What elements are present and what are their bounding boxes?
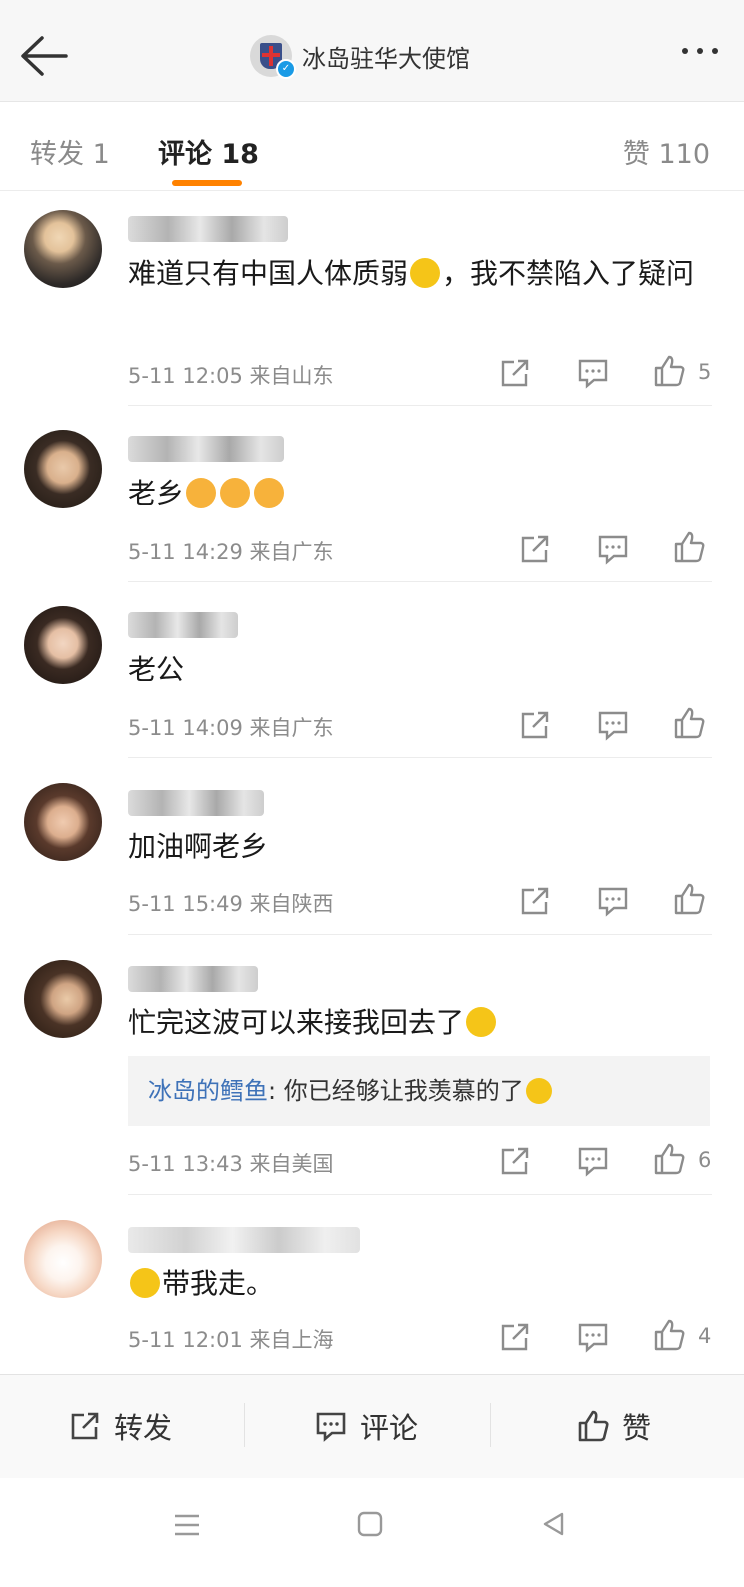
active-tab-indicator xyxy=(172,180,242,186)
avatar[interactable] xyxy=(24,783,102,861)
verified-icon: ✓ xyxy=(276,59,296,79)
divider xyxy=(128,405,712,406)
top-bar: ✓ 冰岛驻华大使馆 xyxy=(0,0,744,102)
like-icon[interactable] xyxy=(672,530,706,564)
account-avatar[interactable]: ✓ xyxy=(250,35,296,79)
like-icon[interactable] xyxy=(652,1318,686,1352)
laughing-emoji-icon xyxy=(466,1007,497,1037)
comment-icon xyxy=(316,1412,346,1442)
kiss-emoji-icon xyxy=(220,478,251,508)
comment-button[interactable]: 评论 xyxy=(314,1405,418,1447)
username-blurred[interactable] xyxy=(128,790,264,816)
username-blurred[interactable] xyxy=(128,436,284,462)
comment-time: 5-11 12:01 xyxy=(128,1328,243,1352)
comment-text: 老公 xyxy=(128,653,185,686)
comment-time: 5-11 14:09 xyxy=(128,716,243,740)
username-blurred[interactable] xyxy=(128,966,258,992)
like-icon[interactable] xyxy=(652,1142,686,1176)
divider xyxy=(128,581,712,582)
reply-preview[interactable]: 冰岛的鳕鱼: 你已经够让我羡慕的了 xyxy=(128,1056,710,1126)
repost-label: 转发 xyxy=(114,1411,173,1445)
tab-like[interactable]: 赞 110 xyxy=(623,132,710,171)
avatar[interactable] xyxy=(24,606,102,684)
like-icon[interactable] xyxy=(652,354,686,388)
like-count: 5 xyxy=(698,360,712,384)
comment-meta: 5-11 15:49 来自陕西 xyxy=(128,888,334,918)
comment-meta: 5-11 14:29 来自广东 xyxy=(128,536,334,566)
more-icon[interactable] xyxy=(682,48,718,54)
like-icon[interactable] xyxy=(672,882,706,916)
username-blurred[interactable] xyxy=(128,216,288,242)
divider xyxy=(128,934,712,935)
like-count: 6 xyxy=(698,1148,712,1172)
comment-location: 来自美国 xyxy=(249,1152,334,1176)
divider xyxy=(490,1403,491,1447)
comment-time: 5-11 12:05 xyxy=(128,364,243,388)
comment-icon[interactable] xyxy=(596,532,630,566)
comment-text: 老乡 xyxy=(128,470,718,518)
reply-username[interactable]: 冰岛的鳕鱼 xyxy=(148,1077,268,1105)
share-icon xyxy=(71,1412,99,1440)
reply-text: : 你已经够让我羡慕的了 xyxy=(268,1077,524,1105)
kiss-emoji-icon xyxy=(254,478,285,508)
avatar[interactable] xyxy=(24,1220,102,1298)
username-blurred[interactable] xyxy=(128,612,238,638)
like-count: 4 xyxy=(698,1324,712,1348)
comment-icon[interactable] xyxy=(576,356,610,390)
share-icon[interactable] xyxy=(518,884,552,918)
share-icon[interactable] xyxy=(498,356,532,390)
back-arrow-icon[interactable] xyxy=(18,34,70,78)
comment-icon[interactable] xyxy=(596,884,630,918)
comment-time: 5-11 14:29 xyxy=(128,540,243,564)
comment-location: 来自广东 xyxy=(249,716,334,740)
avatar[interactable] xyxy=(24,210,102,288)
tab-repost[interactable]: 转发 1 xyxy=(30,132,110,171)
comment-meta: 5-11 14:09 来自广东 xyxy=(128,712,334,742)
comment-text: 忙完这波可以来接我回去了 xyxy=(128,999,718,1047)
comment-label: 评论 xyxy=(360,1411,419,1445)
bottom-action-bar: 转发 评论 赞 xyxy=(0,1374,744,1479)
comment-time: 5-11 13:43 xyxy=(128,1152,243,1176)
comment-text: 带我走。 xyxy=(128,1260,718,1308)
divider xyxy=(128,757,712,758)
like-label: 赞 xyxy=(622,1411,652,1445)
account-name[interactable]: 冰岛驻华大使馆 xyxy=(302,39,470,74)
comment-meta: 5-11 13:43 来自美国 xyxy=(128,1148,334,1178)
avatar[interactable] xyxy=(24,960,102,1038)
comment-text: 难道只有中国人体质弱 ，我不禁陷入了疑问 xyxy=(128,257,695,290)
crying-emoji-icon xyxy=(525,1078,552,1104)
like-icon xyxy=(578,1410,609,1442)
comment-location: 来自上海 xyxy=(249,1328,334,1352)
share-icon[interactable] xyxy=(498,1320,532,1354)
like-button[interactable]: 赞 xyxy=(576,1405,651,1447)
comment-location: 来自陕西 xyxy=(249,892,334,916)
home-icon[interactable] xyxy=(356,1510,384,1538)
divider xyxy=(128,1194,712,1195)
share-icon[interactable] xyxy=(518,708,552,742)
account-header[interactable]: ✓ 冰岛驻华大使馆 xyxy=(250,35,470,79)
comment-icon[interactable] xyxy=(576,1320,610,1354)
username-blurred[interactable] xyxy=(128,1227,360,1253)
comment-text: 加油啊老乡 xyxy=(128,830,269,863)
comment-icon[interactable] xyxy=(576,1144,610,1178)
comment-location: 来自广东 xyxy=(249,540,334,564)
comment-location: 来自山东 xyxy=(249,364,334,388)
comment-meta: 5-11 12:01 来自上海 xyxy=(128,1324,334,1354)
sad-emoji-icon xyxy=(130,1268,160,1298)
comment-time: 5-11 15:49 xyxy=(128,892,243,916)
like-icon[interactable] xyxy=(672,706,706,740)
crying-emoji-icon xyxy=(410,258,441,288)
share-icon[interactable] xyxy=(498,1144,532,1178)
menu-icon[interactable] xyxy=(172,1510,202,1540)
share-icon[interactable] xyxy=(518,532,552,566)
comment-icon[interactable] xyxy=(596,708,630,742)
back-icon[interactable] xyxy=(540,1510,568,1538)
avatar[interactable] xyxy=(24,430,102,508)
divider xyxy=(244,1403,245,1447)
comment-meta: 5-11 12:05 来自山东 xyxy=(128,360,334,390)
system-nav-bar xyxy=(0,1478,744,1587)
repost-button[interactable]: 转发 xyxy=(68,1405,172,1447)
kiss-emoji-icon xyxy=(186,478,217,508)
tab-bar: 转发 1 评论 18 赞 110 xyxy=(0,102,744,191)
